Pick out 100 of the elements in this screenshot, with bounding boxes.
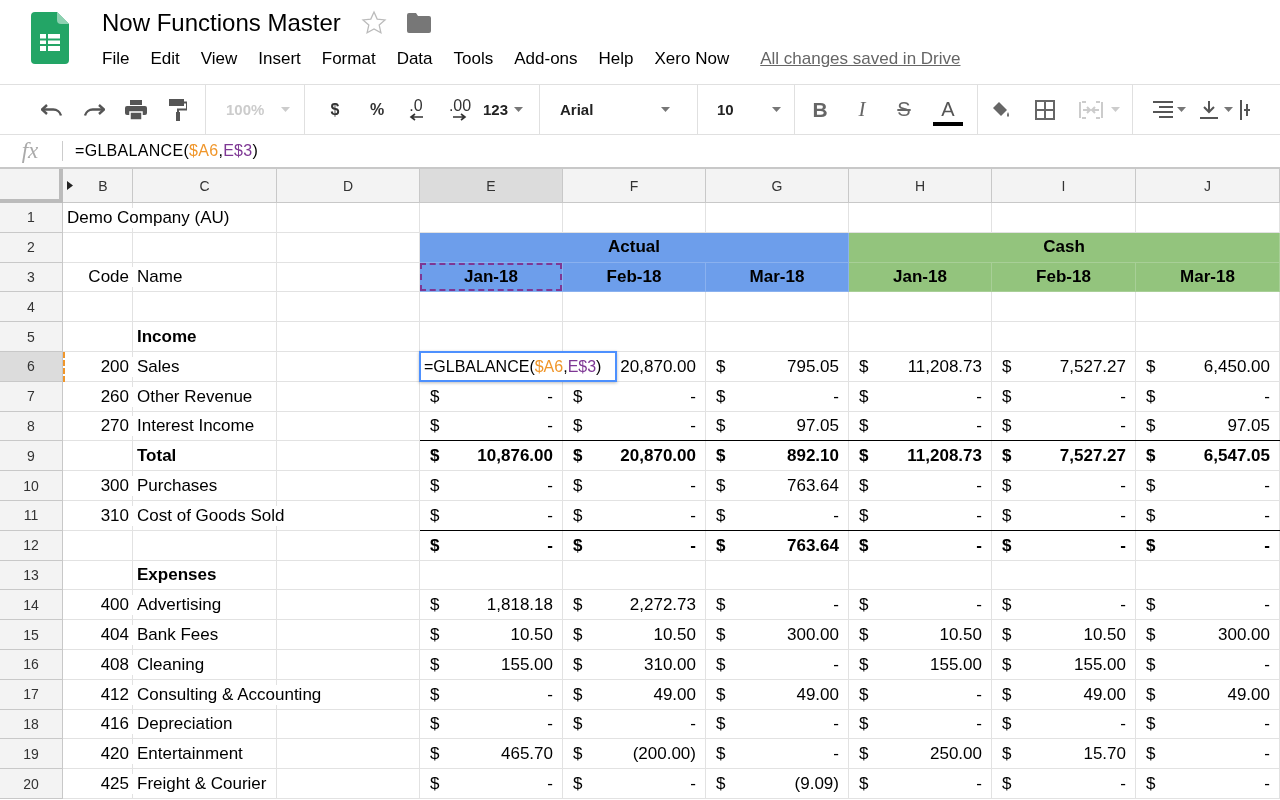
currency-symbol: $ (573, 416, 583, 437)
amount-value: - (976, 684, 982, 705)
percent-format-button[interactable]: % (361, 93, 393, 126)
amount-value: - (690, 476, 696, 497)
row-header[interactable]: 9 (0, 441, 63, 472)
row-header[interactable]: 5 (0, 322, 63, 352)
row-header[interactable]: 6 (0, 352, 63, 382)
amount-value: - (1120, 416, 1126, 437)
row-header[interactable]: 8 (0, 411, 63, 442)
number-format-dropdown[interactable]: 123 (483, 93, 529, 126)
row-header[interactable]: 10 (0, 471, 63, 501)
italic-button[interactable]: I (847, 93, 877, 126)
row-header[interactable]: 19 (0, 739, 63, 770)
month-header: Mar-18 (706, 262, 849, 293)
menu-item[interactable]: View (200, 49, 238, 69)
amount-value: - (690, 416, 696, 437)
month-header: Jan-18 (420, 262, 563, 293)
row-header[interactable]: 18 (0, 709, 63, 740)
menu-item[interactable]: Edit (150, 49, 180, 69)
amount-value: 10,876.00 (477, 446, 553, 467)
amount-value: - (976, 386, 982, 407)
row-header[interactable]: 20 (0, 769, 63, 799)
amount-value: - (1120, 535, 1126, 556)
dropdown-caret-icon (1110, 107, 1120, 112)
menu-item[interactable]: File (102, 49, 130, 69)
strikethrough-button[interactable]: S (889, 93, 919, 126)
column-header[interactable]: G (706, 169, 849, 203)
column-header[interactable]: C (133, 169, 277, 203)
font-size-dropdown[interactable]: 10 (698, 93, 788, 126)
star-icon[interactable] (360, 10, 387, 36)
column-header[interactable]: D (277, 169, 420, 203)
row-header[interactable]: 13 (0, 560, 63, 591)
amount-value: 97.05 (1227, 416, 1270, 437)
currency-symbol: $ (859, 774, 869, 795)
amount-value: (9.09) (794, 774, 839, 795)
currency-symbol: $ (430, 386, 440, 407)
amount-value: - (833, 595, 839, 616)
menu-item[interactable]: Xero Now (654, 49, 730, 69)
currency-symbol: $ (859, 446, 869, 467)
save-status-link[interactable]: All changes saved in Drive (760, 49, 961, 69)
increase-decimals-button[interactable]: .00 (441, 93, 479, 126)
row-header[interactable]: 3 (0, 262, 63, 293)
row-header[interactable]: 7 (0, 381, 63, 412)
dropdown-caret-icon (1176, 107, 1186, 112)
currency-symbol: $ (1146, 654, 1156, 675)
column-header[interactable]: H (849, 169, 992, 203)
vertical-align-icon (1199, 100, 1218, 119)
text-color-button[interactable]: A (931, 93, 965, 126)
amount-value: - (547, 386, 553, 407)
formula-input[interactable]: =GLBALANCE($A6,E$3) (75, 142, 259, 160)
menu-item[interactable]: Help (598, 49, 634, 69)
amount-value: 20,870.00 (620, 446, 696, 467)
column-header[interactable]: F (563, 169, 706, 203)
row-header[interactable]: 12 (0, 530, 63, 561)
font-dropdown[interactable]: Arial (540, 93, 690, 126)
arrow-icon (453, 112, 467, 121)
menu-item[interactable]: Format (321, 49, 376, 69)
currency-symbol: $ (573, 476, 583, 497)
row-header[interactable]: 4 (0, 292, 63, 323)
column-header[interactable]: I (992, 169, 1136, 203)
currency-symbol: $ (573, 654, 583, 675)
row-header[interactable]: 1 (0, 203, 63, 233)
function-label: fx (20, 138, 40, 164)
currency-symbol: $ (1146, 505, 1156, 526)
decrease-decimals-button[interactable]: .0 (397, 93, 435, 126)
row-header[interactable]: 11 (0, 500, 63, 531)
row-header[interactable]: 16 (0, 649, 63, 680)
currency-symbol: $ (430, 654, 440, 675)
menu-item[interactable]: Data (396, 49, 433, 69)
currency-symbol: $ (1146, 416, 1156, 437)
amount-value: 49.00 (1227, 684, 1270, 705)
amount-value: 155.00 (930, 654, 982, 675)
amount-value: 300.00 (1218, 625, 1270, 646)
menu-item[interactable]: Tools (453, 49, 494, 69)
currency-symbol: $ (1002, 416, 1012, 437)
bold-button[interactable]: B (805, 93, 835, 126)
amount-value: - (1120, 386, 1126, 407)
amount-value: 1,818.18 (486, 595, 553, 616)
currency-symbol: $ (1002, 446, 1012, 467)
folder-icon[interactable] (406, 13, 431, 33)
amount-value: - (1264, 386, 1270, 407)
cell-editor[interactable]: =GLBALANCE($A6,E$3) (419, 351, 617, 382)
column-header[interactable]: B (63, 169, 133, 203)
row-header[interactable]: 2 (0, 232, 63, 263)
amount-value: 155.00 (1074, 654, 1126, 675)
currency-format-button[interactable]: $ (319, 93, 351, 126)
menu-item[interactable]: Add-ons (514, 49, 578, 69)
row-header[interactable]: 17 (0, 679, 63, 710)
currency-symbol: $ (859, 714, 869, 735)
row-header[interactable]: 15 (0, 620, 63, 650)
menu-item[interactable]: Insert (258, 49, 301, 69)
amount-value: 49.00 (653, 684, 696, 705)
amount-value: - (1120, 774, 1126, 795)
month-header: Mar-18 (1136, 262, 1280, 293)
row-header[interactable]: 14 (0, 590, 63, 621)
currency-symbol: $ (1002, 476, 1012, 497)
column-header[interactable]: J (1136, 169, 1280, 203)
currency-symbol: $ (859, 535, 869, 556)
column-header[interactable]: E (420, 169, 563, 203)
document-title[interactable]: Now Functions Master (102, 9, 341, 37)
